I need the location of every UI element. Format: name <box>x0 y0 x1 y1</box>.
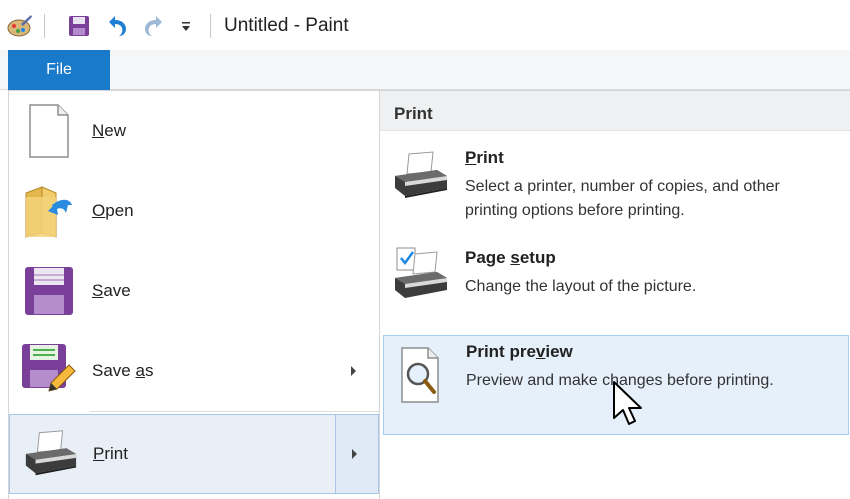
chevron-right-icon <box>352 449 357 459</box>
menu-item-open[interactable]: Open <box>9 172 379 250</box>
menu-item-new-label: New <box>92 121 127 140</box>
open-folder-icon <box>21 183 77 239</box>
printer-icon <box>22 426 78 482</box>
ribbon-bar <box>0 50 850 90</box>
title-bar: Untitled - Paint <box>0 0 850 50</box>
paint-app-icon[interactable] <box>6 13 34 39</box>
menu-item-save-label: Save <box>92 281 131 300</box>
menu-item-print[interactable]: Print <box>9 414 379 494</box>
menu-separator <box>90 411 379 412</box>
save-floppy-icon <box>21 263 77 319</box>
menu-item-print-label: Print <box>93 444 128 463</box>
undo-icon[interactable] <box>104 13 130 39</box>
title-separator <box>210 14 211 38</box>
panel-item-page-setup-description: Change the layout of the picture. <box>465 278 697 295</box>
save-icon[interactable] <box>66 13 92 39</box>
page-setup-icon <box>391 246 449 304</box>
chevron-right-icon <box>351 366 356 376</box>
menu-item-save-as-label: Save as <box>92 361 154 380</box>
customize-dropdown-icon[interactable] <box>178 13 194 39</box>
menu-item-save[interactable]: Save <box>9 252 379 330</box>
panel-item-print-description: Select a printer, number of copies, and … <box>465 178 780 219</box>
panel-item-print-title: Print <box>465 148 504 167</box>
panel-item-page-setup[interactable]: Page setup Change the layout of the pict… <box>383 242 849 310</box>
print-preview-icon <box>392 346 450 404</box>
redo-icon[interactable] <box>141 13 167 39</box>
save-as-icon <box>21 343 77 399</box>
window-title: Untitled - Paint <box>224 15 349 36</box>
panel-item-print-preview-title: Print preview <box>466 342 573 361</box>
menu-item-save-as[interactable]: Save as <box>9 332 379 410</box>
quick-access-separator <box>44 14 45 38</box>
print-submenu-arrow-button[interactable] <box>336 415 378 493</box>
panel-item-page-setup-title: Page setup <box>465 248 556 267</box>
new-document-icon <box>21 103 77 159</box>
panel-item-print[interactable]: Print Select a printer, number of copies… <box>383 142 849 234</box>
menu-item-new[interactable]: New <box>9 92 379 170</box>
mouse-cursor-icon <box>613 381 642 425</box>
printer-icon <box>391 146 449 204</box>
print-panel-header: Print <box>380 91 850 131</box>
file-tab[interactable]: File <box>8 50 110 90</box>
print-panel-title: Print <box>394 104 433 123</box>
menu-item-open-label: Open <box>92 201 134 220</box>
